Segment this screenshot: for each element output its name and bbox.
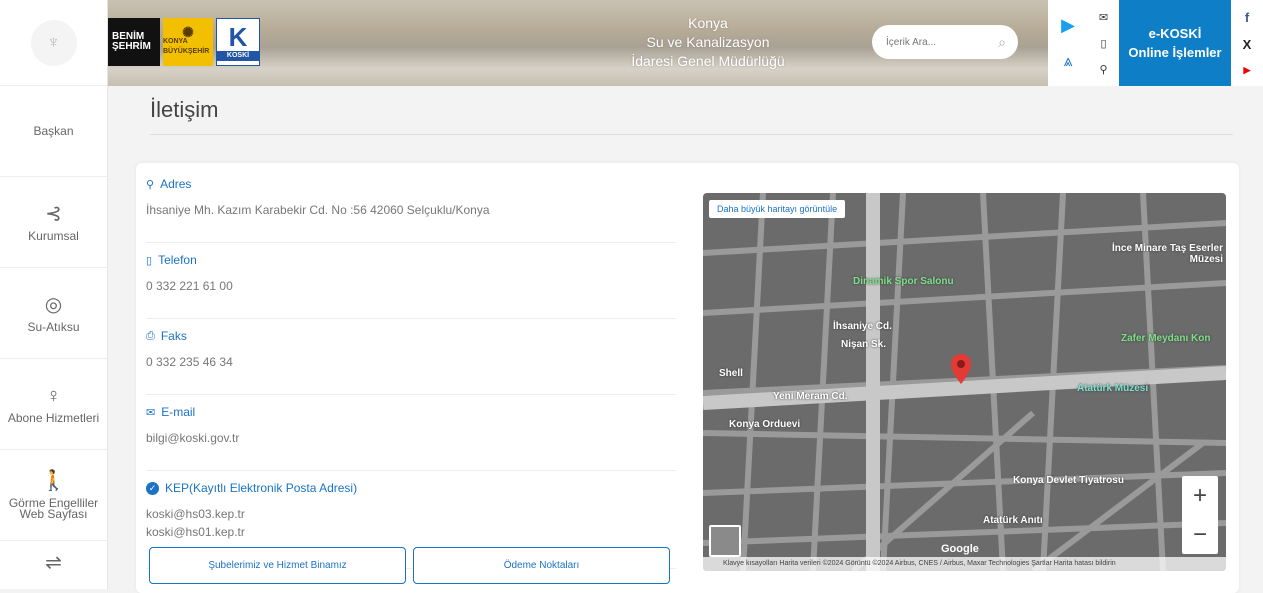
app-links: ▶ ⩓ bbox=[1048, 0, 1088, 86]
map-label: Dinamik Spor Salonu bbox=[853, 276, 954, 287]
header-title: Konya Su ve Kanalizasyon İdaresi Genel M… bbox=[631, 15, 785, 69]
title-divider bbox=[150, 134, 1233, 135]
google-logo: Google bbox=[941, 543, 979, 555]
phone-value: 0 332 221 61 00 bbox=[146, 279, 233, 293]
header: BENİM ŞEHRİM ✺ KONYA BÜYÜKŞEHİR K KOSKİ Ko… bbox=[108, 0, 1263, 86]
fax-value: 0 332 235 46 34 bbox=[146, 355, 233, 369]
benim-sehrim-logo[interactable]: BENİM ŞEHRİM bbox=[108, 18, 160, 66]
envelope-icon: ✉ bbox=[146, 406, 156, 419]
sidebar-item-gorme-engelliler[interactable]: 🚶 Görme Engelliler Web Sayfası bbox=[0, 450, 107, 541]
main-content: İletişim ⚲ Adres İhsaniye Mh. Kazım Karab… bbox=[108, 86, 1263, 593]
sidebar-item-label: Başkan bbox=[33, 123, 74, 138]
x-icon[interactable]: X bbox=[1243, 37, 1252, 52]
accessibility-icon: 🚶 bbox=[41, 470, 66, 492]
page-title: İletişim bbox=[150, 97, 219, 122]
action-buttons: Şubelerimiz ve Hizmet Binamız Ödeme Nokt… bbox=[149, 547, 670, 584]
larger-map-link[interactable]: Daha büyük haritayı görüntüle bbox=[709, 200, 846, 218]
map-label: İhsaniye Cd. bbox=[833, 321, 892, 332]
sidebar-item-su-atiksu[interactable]: ◎ Su-Atıksu bbox=[0, 268, 107, 359]
email-value[interactable]: bilgi@koski.gov.tr bbox=[146, 429, 676, 447]
facebook-icon[interactable]: f bbox=[1245, 10, 1249, 25]
contact-card: ⚲ Adres İhsaniye Mh. Kazım Karabekir Cd. … bbox=[136, 163, 1239, 593]
printer-icon: ⎙ bbox=[146, 329, 155, 342]
map-footer[interactable]: Klavye kısayolları Harita verileri ©2024… bbox=[703, 557, 1226, 571]
koski-logo[interactable]: K KOSKİ bbox=[216, 18, 260, 66]
sidebar-logo[interactable]: ♆ bbox=[0, 0, 107, 86]
sidebar-item-kurumsal[interactable]: ⊰ Kurumsal bbox=[0, 177, 107, 268]
google-map[interactable]: Daha büyük haritayı görüntüle Dinamik Sp… bbox=[703, 193, 1226, 571]
youtube-icon[interactable]: ▶ bbox=[1244, 65, 1251, 76]
menu-icon: ⇌ bbox=[45, 552, 62, 574]
phone-icon: ▯ bbox=[146, 254, 153, 267]
contact-icons: ✉ ▯ ⚲ bbox=[1088, 0, 1119, 86]
brand-icon: ♆ bbox=[30, 19, 77, 66]
check-badge-icon: ✓ bbox=[146, 481, 159, 495]
map-type-toggle[interactable] bbox=[709, 525, 741, 557]
konya-buyuksehir-logo[interactable]: ✺ KONYA BÜYÜKŞEHİR bbox=[163, 18, 213, 66]
location-marker-icon[interactable] bbox=[950, 353, 972, 385]
map-label: İnce Minare Taş Eserler Müzesi bbox=[1112, 243, 1223, 265]
map-label: Zafer Meydanı Kon bbox=[1121, 333, 1211, 344]
location-icon[interactable]: ⚲ bbox=[1099, 63, 1107, 76]
address-value: İhsaniye Mh. Kazım Karabekir Cd. No :56 … bbox=[146, 203, 490, 217]
share-icon: ⊰ bbox=[45, 202, 62, 225]
ekoski-subtitle: Online İşlemler bbox=[1128, 45, 1222, 60]
sidebar-item-more[interactable]: ⇌ bbox=[0, 541, 107, 591]
kep-values: koski@hs03.kep.tr koski@hs01.kep.tr bbox=[146, 507, 245, 539]
map-label: Shell bbox=[719, 368, 743, 379]
social-links: f X ▶ bbox=[1231, 0, 1263, 86]
search-input[interactable]: İçerik Ara... ⌕ bbox=[872, 25, 1018, 59]
sidebar-item-label: Abone Hizmetleri bbox=[7, 410, 100, 425]
ekoski-title: e-KOSKİ bbox=[1148, 26, 1202, 41]
mail-icon[interactable]: ✉ bbox=[1099, 11, 1108, 24]
map-label: Yeni Meram Cd. bbox=[773, 391, 848, 402]
phone-icon[interactable]: ▯ bbox=[1100, 37, 1106, 50]
sidebar-item-abone[interactable]: ♀ Abone Hizmetleri bbox=[0, 359, 107, 450]
google-play-icon[interactable]: ▶ bbox=[1061, 15, 1075, 36]
sidebar-item-baskan[interactable]: Başkan bbox=[0, 86, 107, 177]
zoom-controls: + − bbox=[1182, 476, 1218, 554]
sidebar-item-label: Görme Engelliler Web Sayfası bbox=[8, 496, 99, 521]
search-icon[interactable]: ⌕ bbox=[998, 34, 1006, 51]
branches-button[interactable]: Şubelerimiz ve Hizmet Binamız bbox=[149, 547, 406, 584]
payment-points-button[interactable]: Ödeme Noktaları bbox=[413, 547, 670, 584]
ekoski-button[interactable]: e-KOSKİ Online İşlemler bbox=[1119, 0, 1231, 86]
user-icon: ♀ bbox=[46, 384, 61, 407]
map-label: Konya Orduevi bbox=[729, 419, 801, 430]
email-section: ✉ E-mail bilgi@koski.gov.tr bbox=[146, 401, 676, 471]
phone-section: ▯ Telefon 0 332 221 61 00 bbox=[146, 249, 676, 319]
app-store-icon[interactable]: ⩓ bbox=[1063, 53, 1072, 71]
map-label: Nişan Sk. bbox=[841, 339, 887, 350]
map-label: Atatürk Müzesi bbox=[1077, 383, 1149, 394]
location-pin-icon: ⚲ bbox=[146, 178, 155, 191]
map-label: Atatürk Anıtı bbox=[983, 515, 1043, 526]
zoom-in-button[interactable]: + bbox=[1193, 482, 1207, 510]
fax-section: ⎙ Faks 0 332 235 46 34 bbox=[146, 325, 676, 395]
sidebar-item-label: Su-Atıksu bbox=[27, 319, 80, 334]
zoom-out-button[interactable]: − bbox=[1193, 521, 1207, 549]
map-label: Konya Devlet Tiyatrosu bbox=[1013, 475, 1124, 486]
sidebar-item-label: Kurumsal bbox=[28, 228, 79, 243]
contact-info: ⚲ Adres İhsaniye Mh. Kazım Karabekir Cd. … bbox=[146, 173, 676, 569]
header-logos: BENİM ŞEHRİM ✺ KONYA BÜYÜKŞEHİR K KOSKİ bbox=[108, 18, 260, 66]
address-section: ⚲ Adres İhsaniye Mh. Kazım Karabekir Cd. … bbox=[146, 173, 676, 243]
sidebar: ♆ Başkan ⊰ Kurumsal ◎ Su-Atıksu ♀ Abone … bbox=[0, 0, 108, 589]
water-drop-icon: ◎ bbox=[44, 293, 63, 316]
